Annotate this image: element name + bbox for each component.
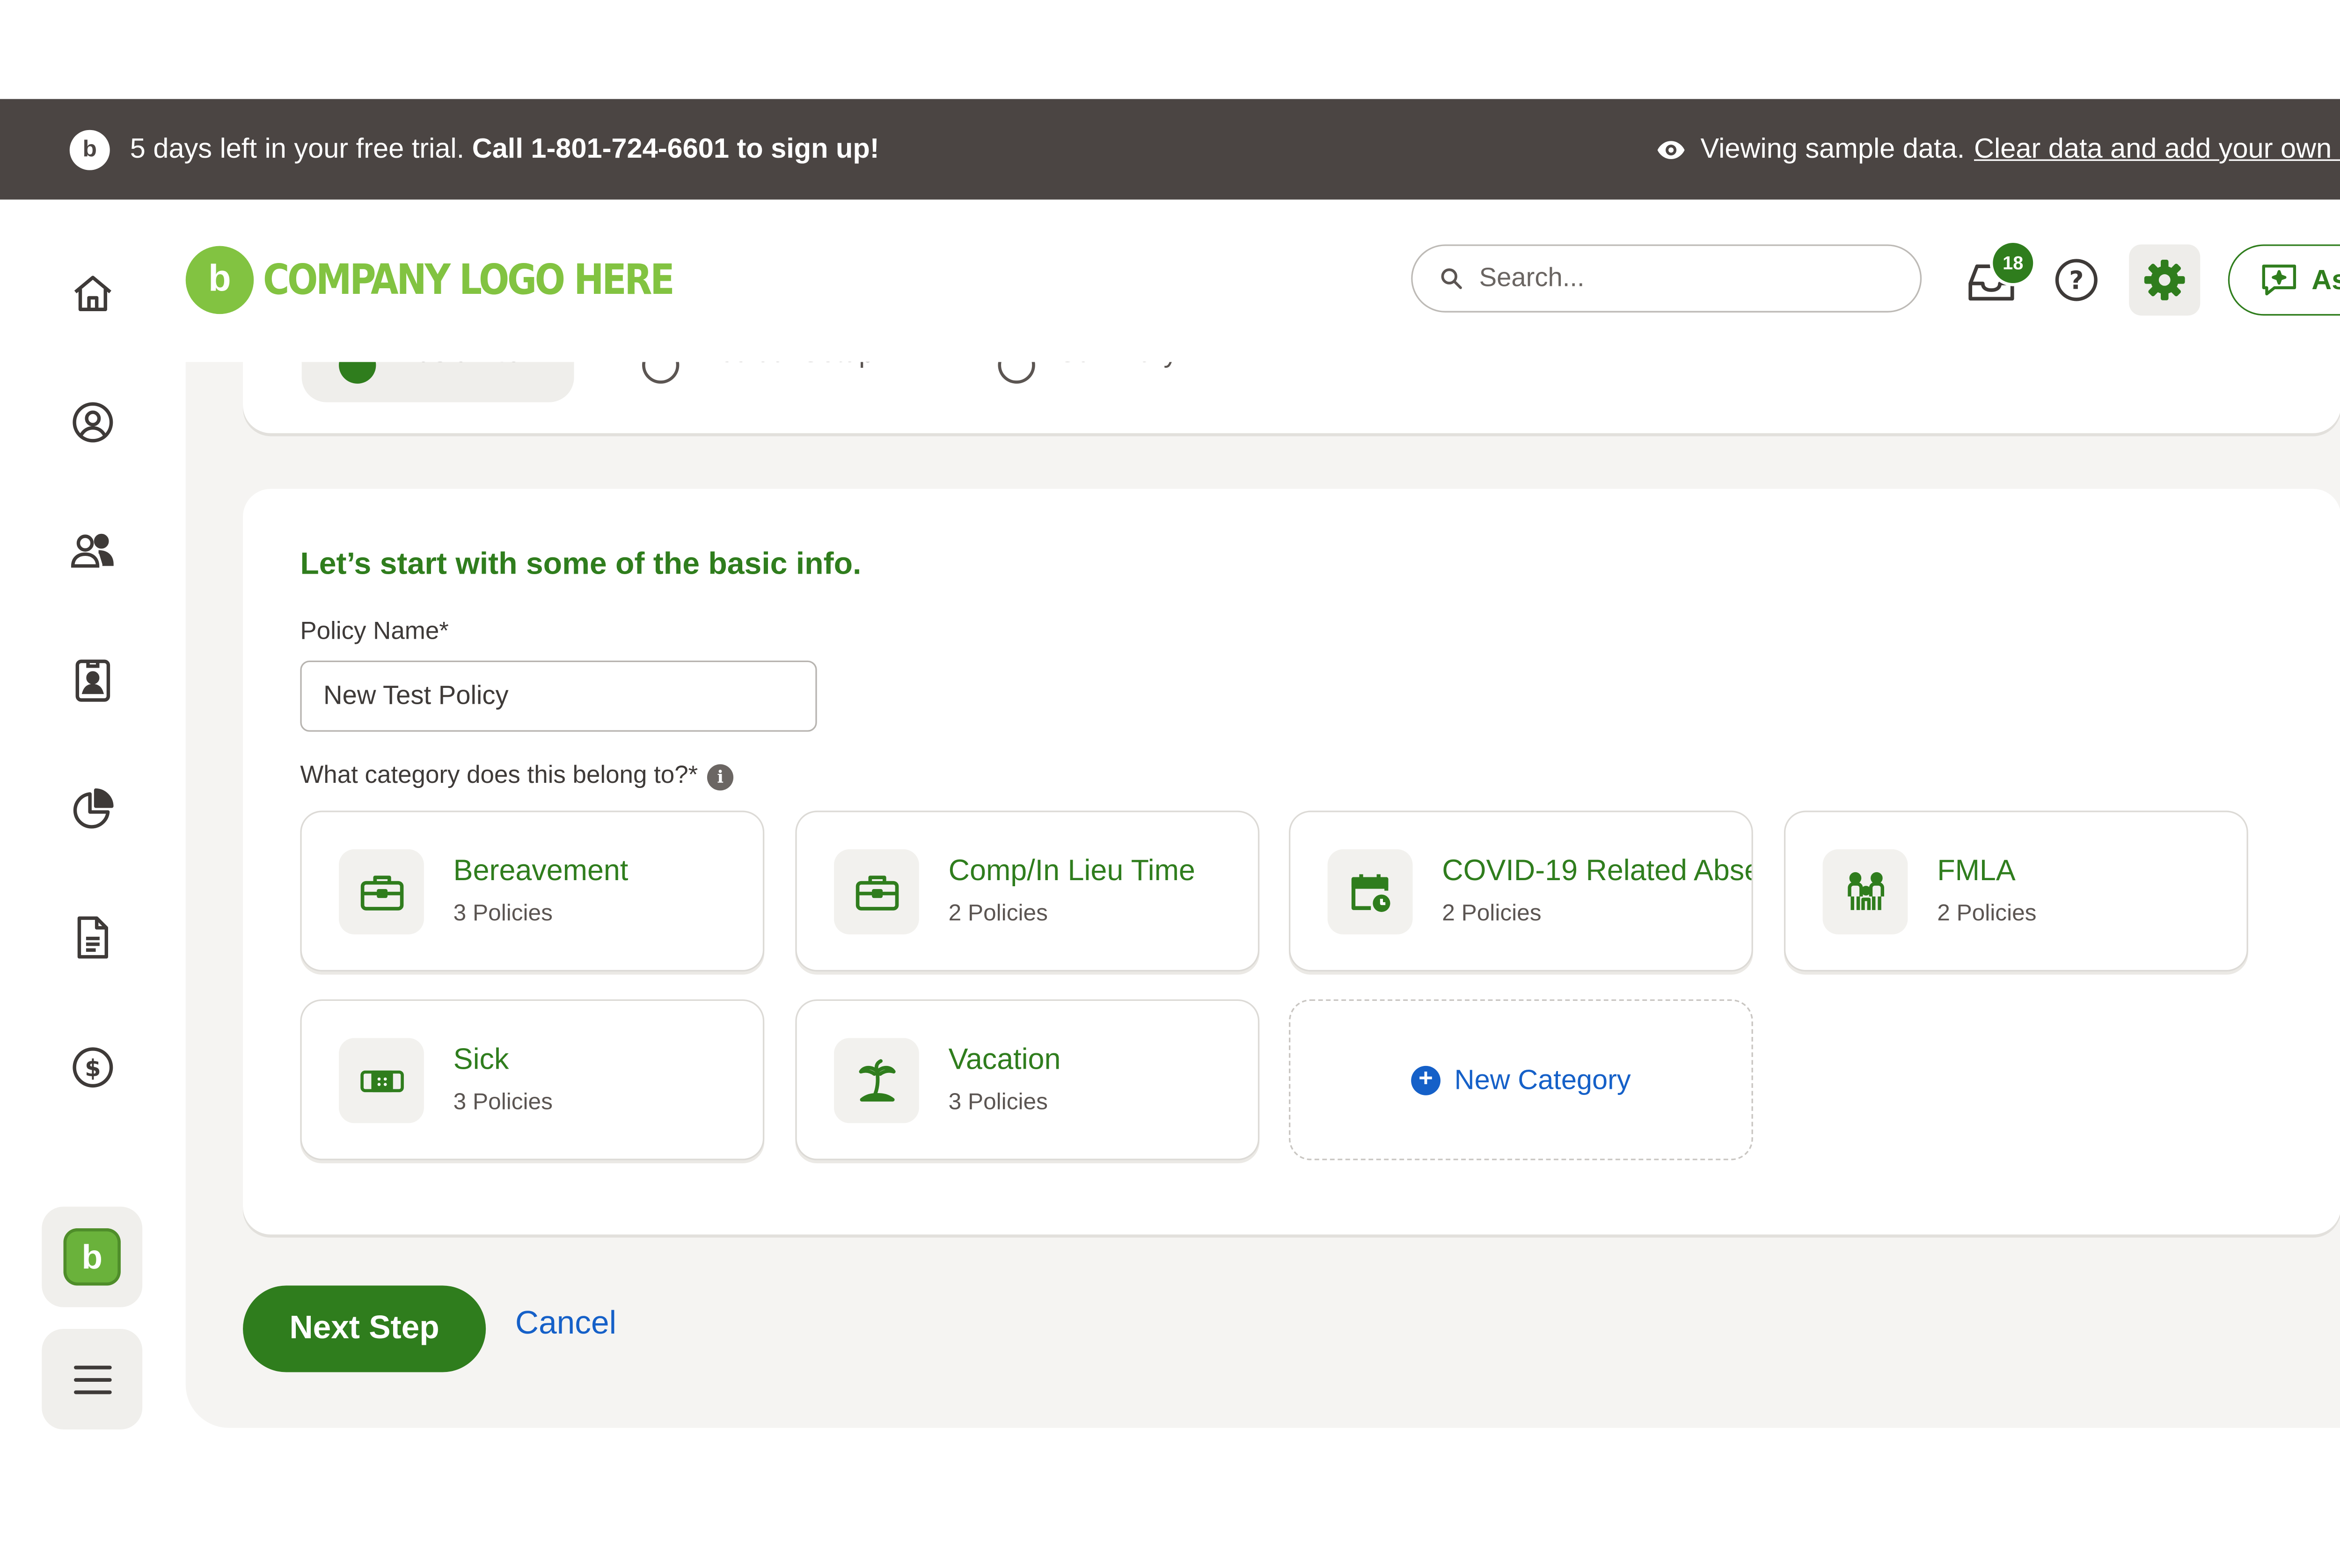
svg-text:?: ? xyxy=(2069,265,2084,295)
help-icon[interactable]: ? xyxy=(2042,246,2110,314)
category-count: 2 Policies xyxy=(1937,900,2037,927)
pie-chart-icon[interactable] xyxy=(62,778,124,840)
category-card-sick[interactable]: Sick 3 Policies xyxy=(300,999,765,1160)
dollar-icon[interactable]: $ xyxy=(62,1036,124,1098)
category-count: 3 Policies xyxy=(453,900,553,927)
category-card-fmla[interactable]: FMLA 2 Policies xyxy=(1784,810,2248,972)
cancel-link[interactable]: Cancel xyxy=(515,1305,616,1342)
hamburger-menu-icon[interactable] xyxy=(42,1328,143,1429)
category-name: Comp/In Lieu Time xyxy=(948,855,1195,888)
category-label-text: What category does this belong to?* xyxy=(300,762,698,789)
category-count: 2 Policies xyxy=(1442,900,1542,927)
user-circle-icon[interactable] xyxy=(62,391,124,453)
trial-banner: b 5 days left in your free trial. Call 1… xyxy=(0,99,2340,200)
category-name: COVID-19 Related Absence xyxy=(1442,855,1751,888)
category-name: Vacation xyxy=(948,1044,1061,1077)
clear-data-link[interactable]: Clear data and add your own » xyxy=(1974,133,2340,165)
bandage-icon xyxy=(339,1038,424,1123)
next-step-button[interactable]: Next Step xyxy=(243,1285,486,1372)
briefcase-icon xyxy=(339,849,424,934)
new-category-button[interactable]: + New Category xyxy=(1288,999,1753,1160)
step-accrual-setup[interactable]: Accrual Setup xyxy=(701,362,874,370)
briefcase-icon xyxy=(834,849,919,934)
basic-info-form: Let’s start with some of the basic info.… xyxy=(243,489,2340,1235)
plus-circle-icon: + xyxy=(1411,1065,1441,1095)
form-title: Let’s start with some of the basic info. xyxy=(300,547,862,582)
settings-button[interactable] xyxy=(2129,244,2201,316)
id-badge-icon[interactable] xyxy=(62,650,124,712)
bamboo-logo-icon: b xyxy=(69,129,110,170)
step-pending-icon xyxy=(998,362,1035,384)
svg-text:$: $ xyxy=(85,1055,101,1082)
people-icon[interactable] xyxy=(62,520,124,582)
home-icon[interactable] xyxy=(62,263,124,325)
app-root: b 5 days left in your free trial. Call 1… xyxy=(0,0,2340,1568)
search-icon xyxy=(1439,266,1464,291)
sample-data-notice: Viewing sample data. Clear data and add … xyxy=(1656,99,2340,200)
step-pending-icon xyxy=(642,362,680,384)
new-category-label: New Category xyxy=(1454,1063,1631,1095)
ask-label: Ask xyxy=(2311,263,2340,295)
search-input[interactable] xyxy=(1479,263,1882,294)
palm-tree-icon xyxy=(834,1038,919,1123)
category-count: 3 Policies xyxy=(453,1089,553,1116)
policy-name-label: Policy Name* xyxy=(300,619,449,645)
trial-days-text: 5 days left in your free trial. xyxy=(130,133,465,164)
gear-icon xyxy=(2144,260,2185,300)
company-logo[interactable]: b COMPANY LOGO HERE xyxy=(185,244,739,315)
category-question: What category does this belong to?* i xyxy=(300,762,734,791)
step-summary[interactable]: Summary xyxy=(1058,362,1177,370)
category-count: 2 Policies xyxy=(948,900,1048,927)
viewing-sample-text: Viewing sample data. xyxy=(1700,133,1965,164)
logo-text: COMPANY LOGO HERE xyxy=(263,256,675,304)
notification-badge: 18 xyxy=(1989,240,2036,286)
app-switcher-button[interactable]: b xyxy=(42,1206,143,1307)
search-box[interactable] xyxy=(1411,244,1922,313)
trial-info: b 5 days left in your free trial. Call 1… xyxy=(69,99,879,200)
category-card-vacation[interactable]: Vacation 3 Policies xyxy=(795,999,1260,1160)
category-name: Bereavement xyxy=(453,855,629,888)
step-basic-info[interactable]: Basic Info xyxy=(399,362,521,370)
bamboo-app-icon: b xyxy=(63,1228,121,1286)
ask-button[interactable]: Ask xyxy=(2228,244,2340,316)
category-card-bereavement[interactable]: Bereavement 3 Policies xyxy=(300,810,765,972)
chat-sparkle-icon xyxy=(2262,264,2296,296)
logo-mark-icon: b xyxy=(185,246,254,314)
category-name: Sick xyxy=(453,1044,509,1077)
calendar-clock-icon xyxy=(1327,849,1413,934)
category-count: 3 Policies xyxy=(948,1089,1048,1116)
category-card-comp-in-lieu[interactable]: Comp/In Lieu Time 2 Policies xyxy=(795,810,1260,972)
policy-name-input[interactable] xyxy=(300,660,817,732)
family-icon xyxy=(1822,849,1908,934)
info-icon[interactable]: i xyxy=(707,763,734,790)
eye-icon xyxy=(1656,134,1687,165)
step-progress: Basic Info Accrual Setup Summary xyxy=(243,362,2340,433)
category-card-covid-19[interactable]: COVID-19 Related Absence 2 Policies xyxy=(1288,810,1753,972)
trial-cta-text: Call 1-801-724-6601 to sign up! xyxy=(472,133,879,164)
category-name: FMLA xyxy=(1937,855,2016,888)
document-icon[interactable] xyxy=(62,906,124,968)
